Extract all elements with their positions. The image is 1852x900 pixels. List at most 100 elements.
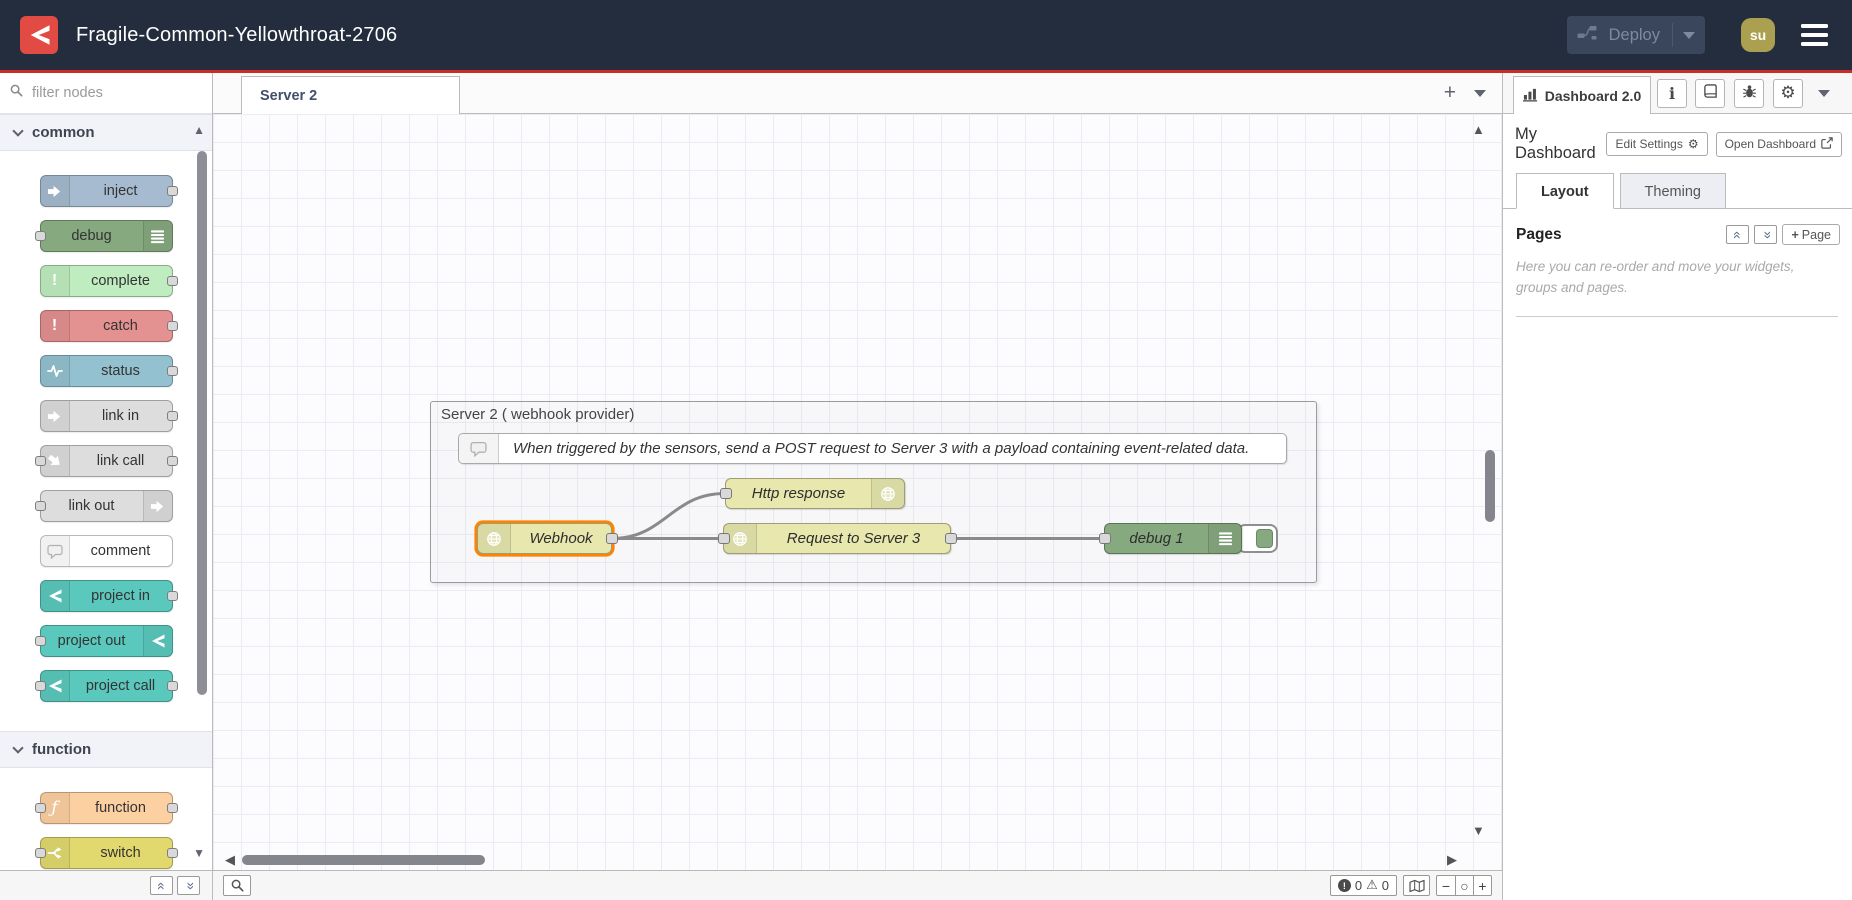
zoom-in-button[interactable]: + <box>1473 876 1491 895</box>
deploy-options-caret-icon[interactable] <box>1683 32 1695 39</box>
output-port <box>167 456 178 466</box>
flowfuse-logo-icon <box>20 16 58 54</box>
bug-icon <box>1742 84 1757 104</box>
add-page-button[interactable]: + Page <box>1782 224 1840 245</box>
book-icon <box>1703 83 1718 104</box>
palette-node-debug[interactable]: debug <box>40 220 173 252</box>
palette-node-label: status <box>41 356 172 386</box>
pages-help-text: Here you can re-order and move your widg… <box>1503 253 1852 299</box>
palette-search[interactable] <box>0 73 212 114</box>
notifications-counter[interactable]: ! 0 ⚠ 0 <box>1330 875 1397 896</box>
palette-category-function[interactable]: function <box>0 731 212 768</box>
palette-scroll-down-icon[interactable]: ▼ <box>193 846 205 860</box>
sidebar-tab-help[interactable] <box>1695 79 1725 108</box>
comment-node[interactable]: When triggered by the sensors, send a PO… <box>458 433 1287 464</box>
wire-webhook-httpresponse[interactable] <box>612 494 725 539</box>
horizontal-scrollbar[interactable] <box>242 855 485 865</box>
palette-node-function[interactable]: ƒfunction <box>40 792 173 824</box>
user-avatar[interactable]: su <box>1741 18 1775 52</box>
flow-tabbar: Server 2 + <box>213 73 1502 114</box>
comment-text: When triggered by the sensors, send a PO… <box>513 440 1249 457</box>
vscroll-down-icon[interactable]: ▼ <box>1472 824 1485 837</box>
palette-node-label: link call <box>41 446 172 476</box>
palette-node-switch[interactable]: switch <box>40 837 173 869</box>
output-port <box>167 321 178 331</box>
input-port <box>35 456 46 466</box>
output-port[interactable] <box>606 533 618 544</box>
warning-count: 0 <box>1382 878 1389 893</box>
pages-move-down-button[interactable]: « <box>1754 225 1777 244</box>
palette-node-label: debug <box>41 221 172 251</box>
input-port[interactable] <box>720 488 732 499</box>
output-port <box>167 366 178 376</box>
flow-list-caret-icon[interactable] <box>1474 90 1486 97</box>
palette-node-project-out[interactable]: project out <box>40 625 173 657</box>
right-sidebar: Dashboard 2.0 i ⚙ My Dashboard Edit Sett… <box>1502 73 1852 900</box>
palette-collapse-all-button[interactable]: « <box>150 876 173 895</box>
deploy-label: Deploy <box>1609 26 1660 45</box>
palette-node-label: project call <box>41 671 172 701</box>
palette-scroll-up-icon[interactable]: ▲ <box>193 123 205 137</box>
palette-node-status[interactable]: status <box>40 355 173 387</box>
flow-node-request[interactable]: Request to Server 3 <box>723 523 951 554</box>
tab-layout[interactable]: Layout <box>1516 173 1614 209</box>
sidebar-tab-dashboard[interactable]: Dashboard 2.0 <box>1513 76 1651 114</box>
debug-toggle-button[interactable] <box>1237 524 1278 553</box>
palette-expand-all-button[interactable]: « <box>177 876 200 895</box>
output-port <box>167 848 178 858</box>
add-flow-button[interactable]: + <box>1444 81 1456 105</box>
hscroll-right-icon[interactable]: ▶ <box>1447 853 1457 866</box>
sidebar-tabs-caret-icon[interactable] <box>1818 90 1830 97</box>
vertical-scrollbar[interactable] <box>1485 450 1495 522</box>
input-port[interactable] <box>718 533 730 544</box>
pages-move-up-button[interactable]: « <box>1726 225 1749 244</box>
error-count-icon: ! <box>1338 879 1351 892</box>
canvas-search-button[interactable] <box>223 875 251 896</box>
hscroll-left-icon[interactable]: ◀ <box>225 853 235 866</box>
palette-node-link-call[interactable]: link call <box>40 445 173 477</box>
gear-icon: ⚙ <box>1780 85 1795 102</box>
palette-filter-input[interactable] <box>30 84 180 102</box>
palette-node-comment[interactable]: comment <box>40 535 173 567</box>
flow-node-webhook[interactable]: Webhook <box>477 523 612 554</box>
flow-node-label: Request to Server 3 <box>724 524 950 553</box>
flow-node-http_response[interactable]: Http response <box>725 478 905 509</box>
deploy-icon <box>1577 24 1599 46</box>
output-port[interactable] <box>945 533 957 544</box>
zoom-reset-button[interactable]: ○ <box>1455 876 1473 895</box>
flow-canvas[interactable]: Server 2 ( webhook provider) When trigge… <box>213 114 1502 870</box>
palette-category-common[interactable]: common <box>0 114 212 151</box>
sidebar-tabbar: Dashboard 2.0 i ⚙ <box>1503 73 1852 114</box>
palette-node-link-out[interactable]: link out <box>40 490 173 522</box>
main-menu-button[interactable] <box>1801 24 1828 46</box>
palette-scrollbar[interactable] <box>197 151 207 695</box>
input-port <box>35 681 46 691</box>
palette-node-complete[interactable]: !complete <box>40 265 173 297</box>
output-port <box>167 681 178 691</box>
sidebar-tab-info[interactable]: i <box>1657 79 1687 108</box>
vscroll-up-icon[interactable]: ▲ <box>1472 123 1485 136</box>
sidebar-tab-config[interactable]: ⚙ <box>1773 79 1803 108</box>
dashboard-header-row: My Dashboard Edit Settings ⚙ Open Dashbo… <box>1503 114 1852 172</box>
flow-tab-server-2[interactable]: Server 2 <box>241 76 460 114</box>
palette-node-label: catch <box>41 311 172 341</box>
palette-node-label: project out <box>41 626 172 656</box>
output-port <box>167 411 178 421</box>
tab-theming[interactable]: Theming <box>1620 173 1726 209</box>
navigator-toggle-button[interactable] <box>1403 875 1430 896</box>
deploy-button[interactable]: Deploy <box>1567 16 1705 54</box>
palette-node-inject[interactable]: inject <box>40 175 173 207</box>
warning-icon: ⚠ <box>1366 879 1378 892</box>
palette-node-catch[interactable]: !catch <box>40 310 173 342</box>
open-dashboard-button[interactable]: Open Dashboard <box>1716 132 1842 157</box>
input-port[interactable] <box>1099 533 1111 544</box>
palette-node-project-in[interactable]: project in <box>40 580 173 612</box>
zoom-out-button[interactable]: − <box>1437 876 1455 895</box>
edit-settings-button[interactable]: Edit Settings ⚙ <box>1606 132 1707 156</box>
palette-node-project-call[interactable]: project call <box>40 670 173 702</box>
sidebar-tab-debug[interactable] <box>1734 79 1764 108</box>
plus-icon: + <box>1791 228 1798 242</box>
palette-node-link-in[interactable]: link in <box>40 400 173 432</box>
flow-node-debug1[interactable]: debug 1 <box>1104 523 1242 554</box>
output-port <box>167 186 178 196</box>
